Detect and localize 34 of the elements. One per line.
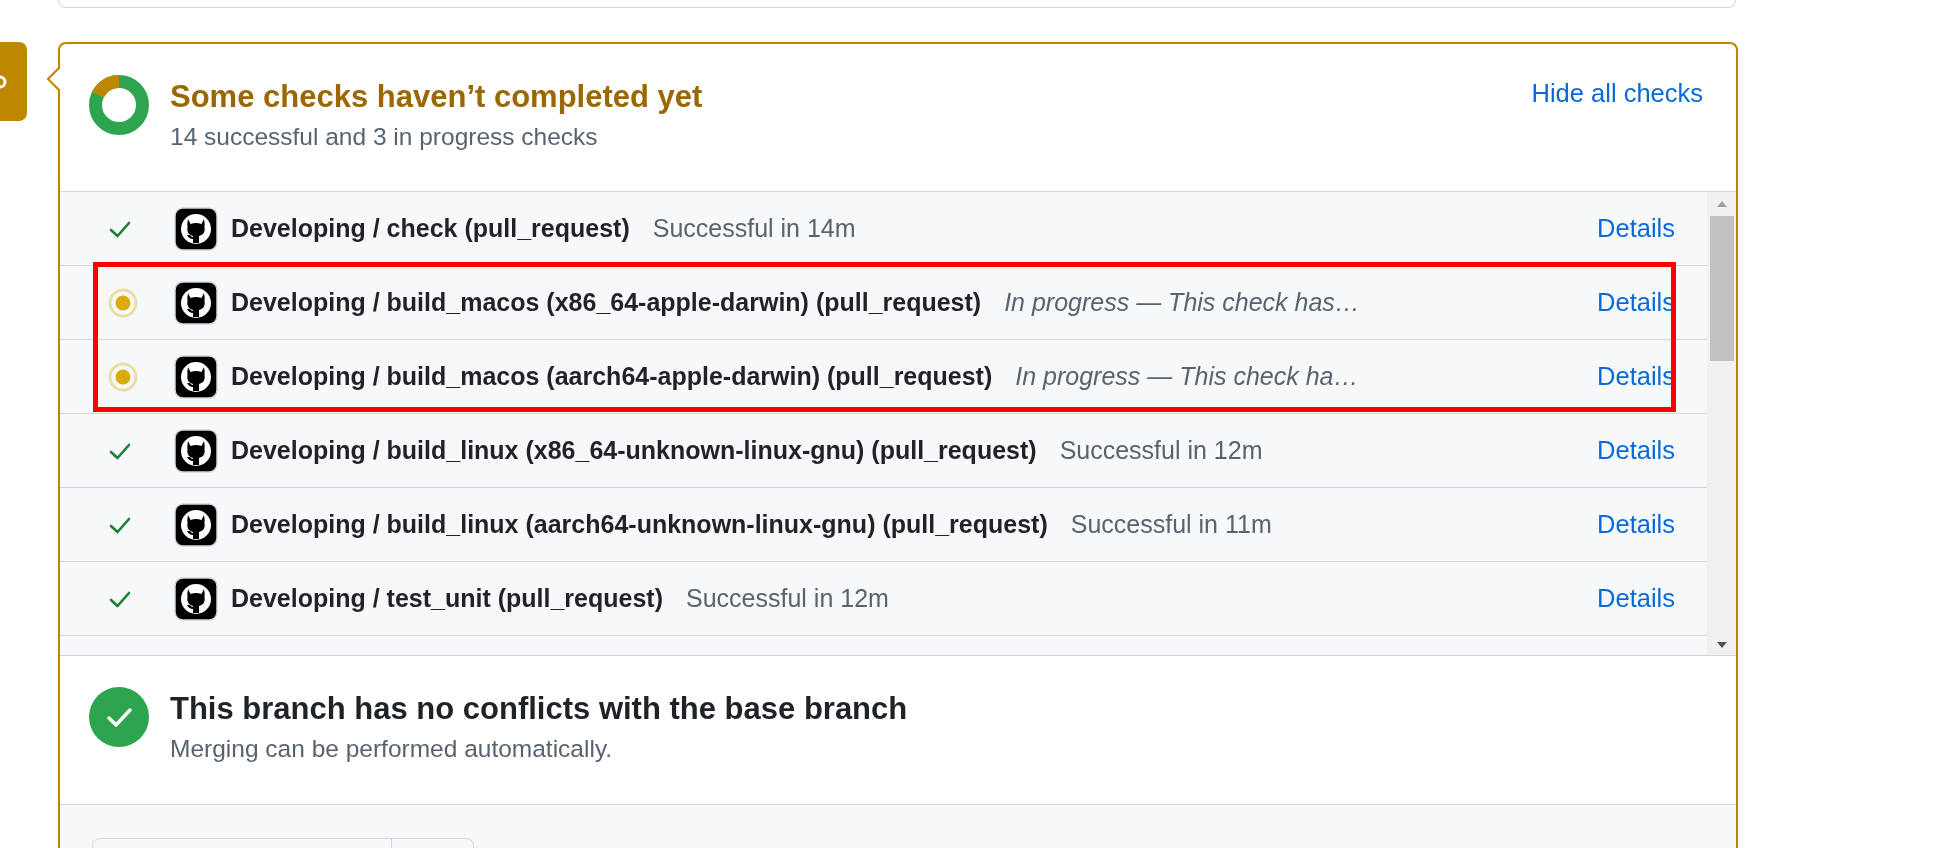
hide-checks-link[interactable]: Hide all checks xyxy=(1531,79,1703,108)
merge-subtitle: Merging can be performed automatically. xyxy=(170,735,614,763)
scroll-thumb[interactable] xyxy=(1709,216,1734,361)
check-description: Successful in 12m xyxy=(686,584,890,613)
check-description: Successful in 12m xyxy=(1059,436,1264,465)
check-name: Developing / build_macos (x86_64-apple-darwin) (pull_request) xyxy=(231,288,982,317)
cat-icon xyxy=(174,576,218,621)
summary-title: Some checks haven’t completed yet xyxy=(170,79,704,115)
cat-icon xyxy=(174,428,218,473)
scrollbar[interactable] xyxy=(1707,192,1736,655)
check-name: Developing / check (pull_request) xyxy=(231,214,630,243)
check-name: Developing / build_macos (aarch64-apple-darwin) (pull_request) xyxy=(231,362,993,391)
check-name: Developing / build_linux (x86_64-unknown-linux-gnu) (pull_request) xyxy=(231,436,1037,465)
check-description: Successful in 14m xyxy=(652,214,857,243)
check-description: Successful in 11m xyxy=(1070,510,1273,539)
details-link[interactable]: Details xyxy=(1597,214,1675,243)
summary-subtitle: 14 successful and 3 in progress checks xyxy=(170,123,599,151)
check-name: Developing / build_linux (aarch64-unknown-linux-gnu) (pull_request) xyxy=(231,510,1048,539)
scroll-up-icon xyxy=(1715,200,1728,208)
ring-icon xyxy=(0,73,8,90)
cat-icon xyxy=(174,502,218,547)
details-link[interactable]: Details xyxy=(1597,362,1675,391)
check-name: Developing / test_unit (pull_request) xyxy=(231,584,663,613)
details-link[interactable]: Details xyxy=(1597,436,1675,465)
cat-icon xyxy=(174,354,218,399)
details-link[interactable]: Details xyxy=(1597,584,1675,613)
scroll-down-icon xyxy=(1715,641,1728,649)
cat-icon xyxy=(174,280,218,325)
merge-title: This branch has no conflicts with the base branch xyxy=(170,691,909,727)
check-description: In progress — This check ha… xyxy=(1015,362,1360,391)
details-link[interactable]: Details xyxy=(1597,510,1675,539)
cat-icon xyxy=(174,206,218,251)
details-link[interactable]: Details xyxy=(1597,288,1675,317)
check-description: In progress — This check has… xyxy=(1004,288,1361,317)
